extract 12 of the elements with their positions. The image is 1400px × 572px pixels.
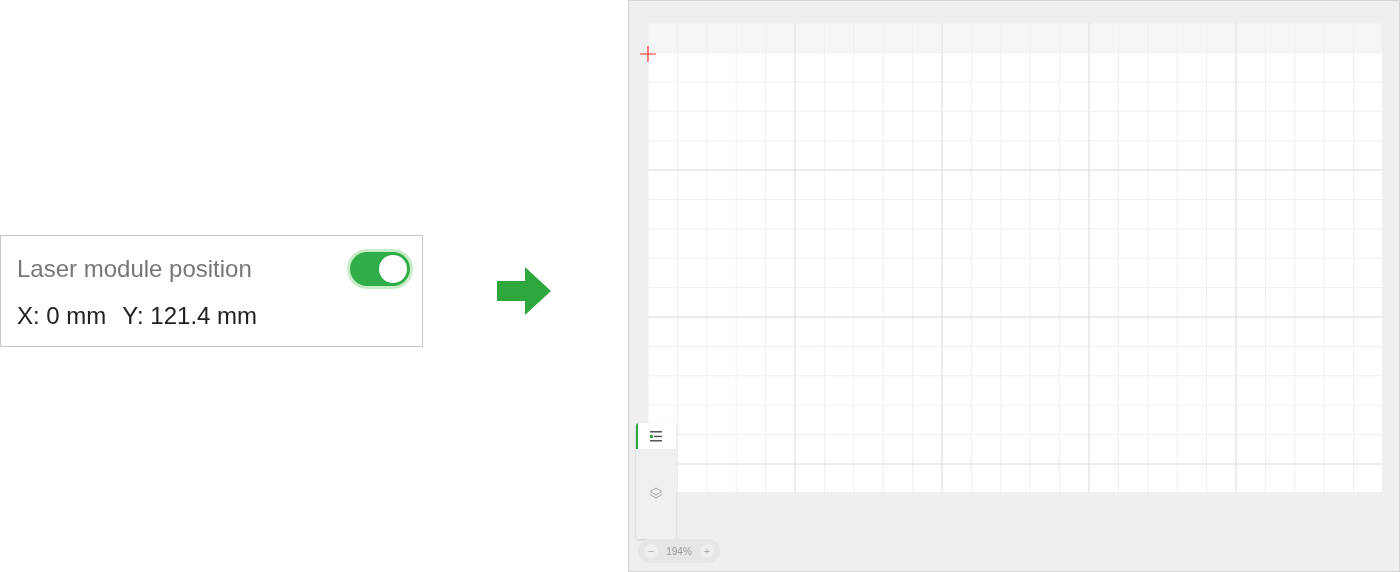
layers-icon <box>649 487 663 501</box>
list-icon <box>650 430 662 442</box>
x-reading: X: 0 mm <box>17 302 107 330</box>
toggle-switch[interactable] <box>350 252 410 286</box>
zoom-out-button[interactable]: − <box>644 544 658 558</box>
zoom-in-button[interactable]: + <box>700 544 714 558</box>
position-label: Laser module position <box>17 255 252 283</box>
crosshair-icon <box>640 46 656 62</box>
arrow-icon <box>497 267 551 315</box>
zoom-level: 194% <box>666 545 692 557</box>
y-reading: Y: 121.4 mm <box>122 302 258 330</box>
tool-tab[interactable] <box>636 423 676 449</box>
